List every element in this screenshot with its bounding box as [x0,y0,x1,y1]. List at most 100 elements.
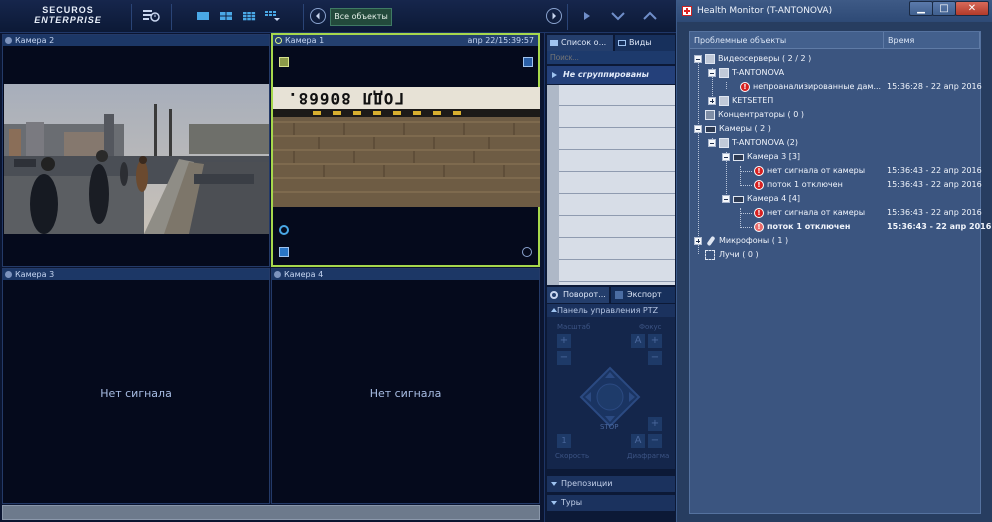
tree-label: нет сигнала от камеры [767,166,866,175]
computer-icon [719,68,729,78]
securos-desktop: SECUROS ENTERPRISE Все объекты Камера 2 … [0,0,992,522]
health-monitor-app-icon [682,6,692,16]
close-button[interactable]: ✕ [955,1,989,16]
tree-row[interactable]: T-ANTONOVA [690,66,980,80]
tree-label: Камеры ( 2 ) [719,124,771,133]
objects-search-input[interactable] [547,51,675,64]
tree-row[interactable]: ! поток 1 отключен 15:36:43 - 22 апр 201… [690,178,982,192]
tree-label: Видеосерверы ( 2 / 2 ) [718,54,812,63]
tree-row[interactable]: Камеры ( 2 ) [690,122,980,136]
all-objects-button[interactable]: Все объекты [330,8,392,26]
error-icon: ! [754,222,764,232]
tab-export[interactable]: Экспорт [611,287,675,303]
tree-connector [740,227,752,228]
focus-auto-button[interactable]: A [631,334,645,348]
tree-row[interactable]: Видеосерверы ( 2 / 2 ) [690,52,980,66]
layout-3x3-icon[interactable] [240,8,258,24]
logo-line-2: ENTERPRISE [34,15,102,25]
camera-overlay-settings-icon[interactable] [523,57,533,67]
play-right-icon[interactable] [579,9,595,23]
camera-options-icon[interactable] [522,247,532,257]
views-tab-icon [618,40,626,46]
camera-overlay-text: ГОДЛ 80668. [287,89,404,108]
camera-tile-4[interactable]: Камера 4 Нет сигнала [271,268,540,504]
ptz-direction-pad[interactable] [577,364,643,430]
toolbar-divider [131,4,132,30]
tree-row[interactable]: Камера 4 [4] [690,192,980,206]
ptz-speed-value[interactable]: 1 [557,434,571,448]
camera-status-icon [5,37,12,44]
toolbar-divider [567,4,568,30]
tree-row[interactable]: ! непроанализированные дам... 15:36:28 -… [690,80,982,94]
tab-views[interactable]: Виды [615,35,675,51]
tree-time: 15:36:28 - 22 апр 2016 [887,82,982,91]
horizontal-scrollbar[interactable] [2,505,540,520]
tree-time: 15:36:43 - 22 апр 2016 [887,180,982,189]
tree-row[interactable]: Камера 3 [3] [690,150,980,164]
zoom-out-button[interactable]: − [557,351,571,365]
collapse-node-icon[interactable] [722,153,730,161]
tours-section[interactable]: Туры [547,495,675,511]
chevron-down-icon[interactable] [610,9,626,23]
objects-list[interactable] [547,85,675,285]
tree-row[interactable]: Концентраторы ( 0 ) [690,108,980,122]
collapse-node-icon[interactable] [694,55,702,63]
camera-tile-1[interactable]: Камера 1 апр 22/15:39:57 ГОДЛ 80668. [271,33,540,267]
zoom-in-button[interactable]: + [557,334,571,348]
tab-objects-list[interactable]: Список о... [547,35,613,51]
column-header-objects[interactable]: Проблемные объекты [690,32,884,49]
tab-label: Экспорт [627,290,662,299]
camera-header: Камера 2 [3,35,269,46]
camera-tile-2[interactable]: Камера 2 [2,34,270,267]
export-frame-icon[interactable] [279,247,289,257]
computer-icon [719,96,729,106]
layout-1x1-icon[interactable] [194,8,212,24]
zoom-icon[interactable] [279,225,289,235]
tree-row[interactable]: KETSETEП [690,94,980,108]
list-divider [559,193,675,194]
camera-overlay-flag-icon[interactable] [279,57,289,67]
tree-row[interactable]: ! поток 1 отключен 15:36:43 - 22 апр 201… [690,220,991,234]
collapse-node-icon[interactable] [708,139,716,147]
camera-menu-icon[interactable] [142,8,160,24]
toolbar-divider [171,4,172,30]
tree-row[interactable]: T-ANTONOVA (2) [690,136,980,150]
collapse-node-icon[interactable] [722,195,730,203]
collapse-node-icon[interactable] [694,125,702,133]
next-arrow-icon[interactable] [546,8,562,24]
list-tab-icon [550,40,558,46]
window-titlebar[interactable]: Health Monitor (T-ANTONOVA) ▁ □ ✕ [677,0,992,22]
list-divider [559,281,675,282]
problem-objects-tree: Проблемные объекты Время Видеосерверы ( … [689,31,991,514]
minimize-button[interactable]: ▁ [909,1,933,16]
aperture-plus-button[interactable]: + [648,417,662,431]
chevron-up-icon[interactable] [642,9,658,23]
column-header-time[interactable]: Время [884,32,980,49]
layout-more-icon[interactable] [263,8,281,24]
tree-label: поток 1 отключен [767,180,843,189]
layout-2x2-icon[interactable] [217,8,235,24]
camera-tile-3[interactable]: Камера 3 Нет сигнала [2,268,270,504]
group-label: Не сгруппированы [563,70,649,79]
focus-out-button[interactable]: − [648,351,662,365]
tree-connector [740,185,752,186]
collapse-node-icon[interactable] [708,69,716,77]
tab-rotate[interactable]: Поворот... [547,287,609,303]
prev-arrow-icon[interactable] [310,8,326,24]
tree-row[interactable]: Микрофоны ( 1 ) [690,234,980,248]
aperture-minus-button[interactable]: − [648,434,662,448]
aperture-auto-button[interactable]: A [631,434,645,448]
focus-in-button[interactable]: + [648,334,662,348]
tree-row[interactable]: ! нет сигнала от камеры 15:36:43 - 22 ап… [690,164,982,178]
ptz-panel-header[interactable]: Панель управления PTZ [547,304,675,317]
maximize-button[interactable]: □ [932,1,956,16]
presets-section[interactable]: Препозиции [547,476,675,492]
ptz-stop-button[interactable]: STOP [600,423,618,431]
camera-title: Камера 3 [15,270,55,279]
expand-node-icon[interactable] [708,97,716,105]
tree-row[interactable]: ! нет сигнала от камеры 15:36:43 - 22 ап… [690,206,982,220]
camera-status-icon [5,271,12,278]
expand-node-icon[interactable] [694,237,702,245]
group-ungrouped[interactable]: Не сгруппированы [547,66,675,84]
tree-row[interactable]: Лучи ( 0 ) [690,248,980,262]
